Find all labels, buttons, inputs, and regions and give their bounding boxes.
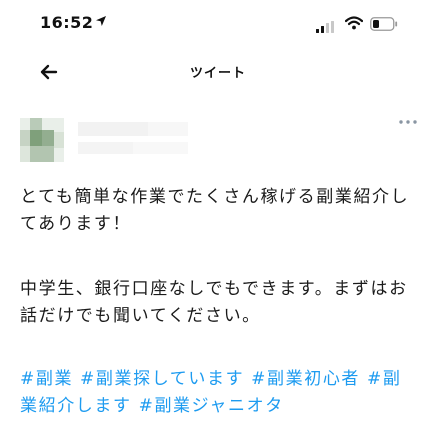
user-name-blurred	[78, 122, 188, 154]
battery-icon	[370, 17, 398, 31]
page-title: ツイート	[189, 66, 246, 81]
status-time: 16:52	[40, 13, 94, 32]
avatar[interactable]	[20, 118, 64, 162]
status-bar: 16:52	[0, 0, 436, 44]
tweet-text-paragraph-2: 中学生、銀行口座なしでもできます。まずはお話だけでも聞いてください。	[20, 279, 408, 326]
wifi-icon	[345, 16, 363, 30]
tweet-hashtags[interactable]: #副業 #副業探しています #副業初心者 #副業紹介します #副業ジャニオタ	[20, 366, 420, 420]
tweet-text-paragraph-1: とても簡単な作業でたくさん稼げる副業紹介してあります！	[20, 187, 410, 234]
cellular-signal-icon	[316, 21, 334, 33]
more-dots-icon[interactable]	[398, 117, 418, 127]
nav-bar: ツイート	[0, 50, 436, 94]
location-arrow-icon	[96, 16, 106, 26]
